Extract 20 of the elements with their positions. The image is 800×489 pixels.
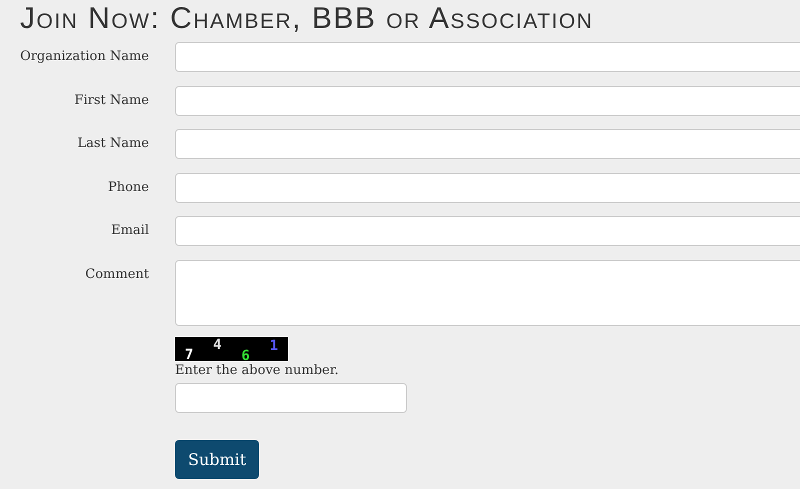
input-field[interactable] [175,86,800,116]
submit-button[interactable]: Submit [175,440,260,479]
input-field[interactable] [175,42,800,72]
input-field[interactable] [175,129,800,159]
field-label: Phone [106,178,149,194]
captcha-field[interactable] [175,383,407,413]
input-field[interactable] [175,216,800,246]
captcha-digit: 1 [270,338,278,354]
field-label: Comment [84,266,149,282]
captcha-prompt: Enter the above number. [175,363,339,378]
field-label: Organization Name [19,48,149,64]
captcha-digit: 4 [213,337,222,353]
captcha-digit: 7 [184,347,194,363]
field-label: Last Name [76,135,149,151]
page-title: Join Now: Chamber, BBB or Association [19,1,594,37]
captcha-digit: 6 [241,348,250,364]
field-label: Email [110,222,149,238]
input-field[interactable] [175,172,800,202]
comment-field[interactable] [175,260,800,326]
field-label: First Name [73,92,149,108]
